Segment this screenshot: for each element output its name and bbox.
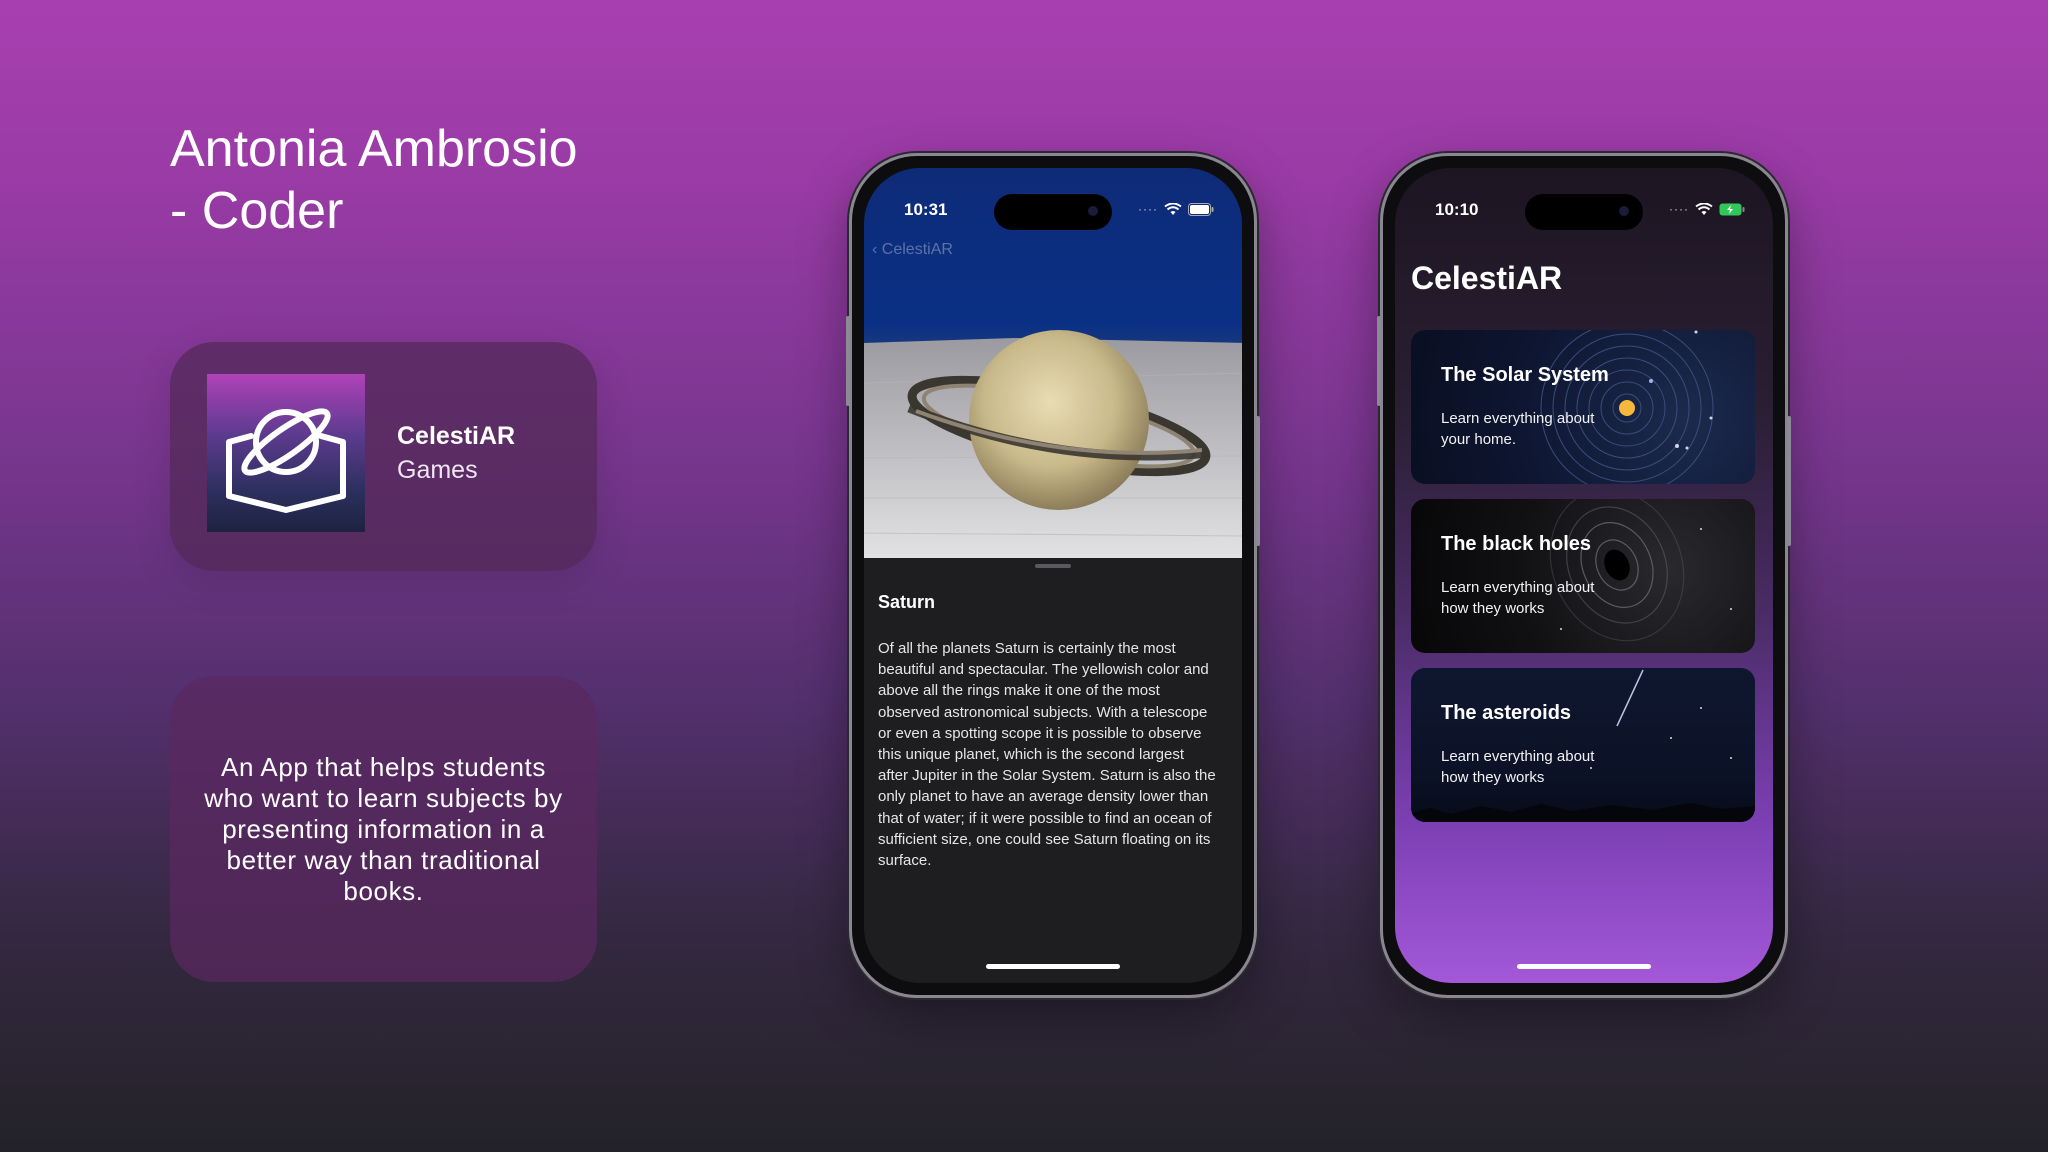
card-solar-system[interactable]: The Solar System Learn everything about … xyxy=(1411,330,1755,484)
phone-detail-screen: 10:31 ···· ‹ CelestiAR Saturn Of all the… xyxy=(846,153,1260,998)
card-subtitle: Learn everything about how they works xyxy=(1441,579,1595,617)
card-asteroids[interactable]: The asteroids Learn everything about how… xyxy=(1411,668,1755,822)
planet-title: Saturn xyxy=(878,592,936,612)
card-title: The black holes xyxy=(1441,533,1592,555)
app-info-card: CelestiAR Games xyxy=(170,342,597,571)
back-label: CelestiAR xyxy=(881,241,953,258)
card-subtitle: Learn everything about your home. xyxy=(1441,410,1595,448)
status-time: 10:31 xyxy=(904,200,948,219)
dynamic-island xyxy=(994,194,1112,230)
card-title: The asteroids xyxy=(1441,702,1572,724)
sheet-grabber[interactable] xyxy=(1035,564,1071,568)
detail-sheet: Saturn Of all the planets Saturn is cert… xyxy=(864,558,1242,983)
signal-icon: ···· xyxy=(1669,202,1689,216)
presenter-name-line2: - Coder xyxy=(170,182,344,240)
back-button[interactable]: ‹ CelestiAR xyxy=(872,241,953,259)
screen: 10:31 ···· ‹ CelestiAR Saturn Of all the… xyxy=(864,168,1242,983)
status-icons: ···· xyxy=(1669,202,1745,216)
app-title: CelestiAR xyxy=(1411,260,1563,296)
status-icons: ···· xyxy=(1138,202,1214,216)
dynamic-island xyxy=(1525,194,1643,230)
home-indicator[interactable] xyxy=(986,964,1120,969)
card-title: The Solar System xyxy=(1441,364,1609,386)
chevron-left-icon: ‹ xyxy=(872,241,878,258)
presenter-name: Antonia Ambrosio - Coder xyxy=(170,118,690,242)
card-subtitle: Learn everything about how they works xyxy=(1441,748,1595,786)
battery-icon xyxy=(1188,202,1214,216)
status-time: 10:10 xyxy=(1435,200,1479,219)
battery-charging-icon xyxy=(1719,203,1745,215)
card-black-holes[interactable]: The black holes Learn everything about h… xyxy=(1411,499,1755,653)
app-description: An App that helps students who want to l… xyxy=(204,752,563,906)
presenter-name-line1: Antonia Ambrosio xyxy=(170,120,578,178)
wifi-icon xyxy=(1695,202,1713,215)
planet-description: Of all the planets Saturn is certainly t… xyxy=(878,640,1216,870)
wifi-icon xyxy=(1164,202,1182,215)
description-card: An App that helps students who want to l… xyxy=(170,676,597,982)
screen: 10:10 ···· CelestiAR The Solar System Le… xyxy=(1395,168,1773,983)
app-name: CelestiAR xyxy=(397,422,516,450)
signal-icon: ···· xyxy=(1138,202,1158,216)
home-indicator[interactable] xyxy=(1517,964,1651,969)
phone-home-screen: 10:10 ···· CelestiAR The Solar System Le… xyxy=(1377,153,1791,998)
app-category: Games xyxy=(397,456,478,484)
planet-book-icon xyxy=(207,374,365,532)
